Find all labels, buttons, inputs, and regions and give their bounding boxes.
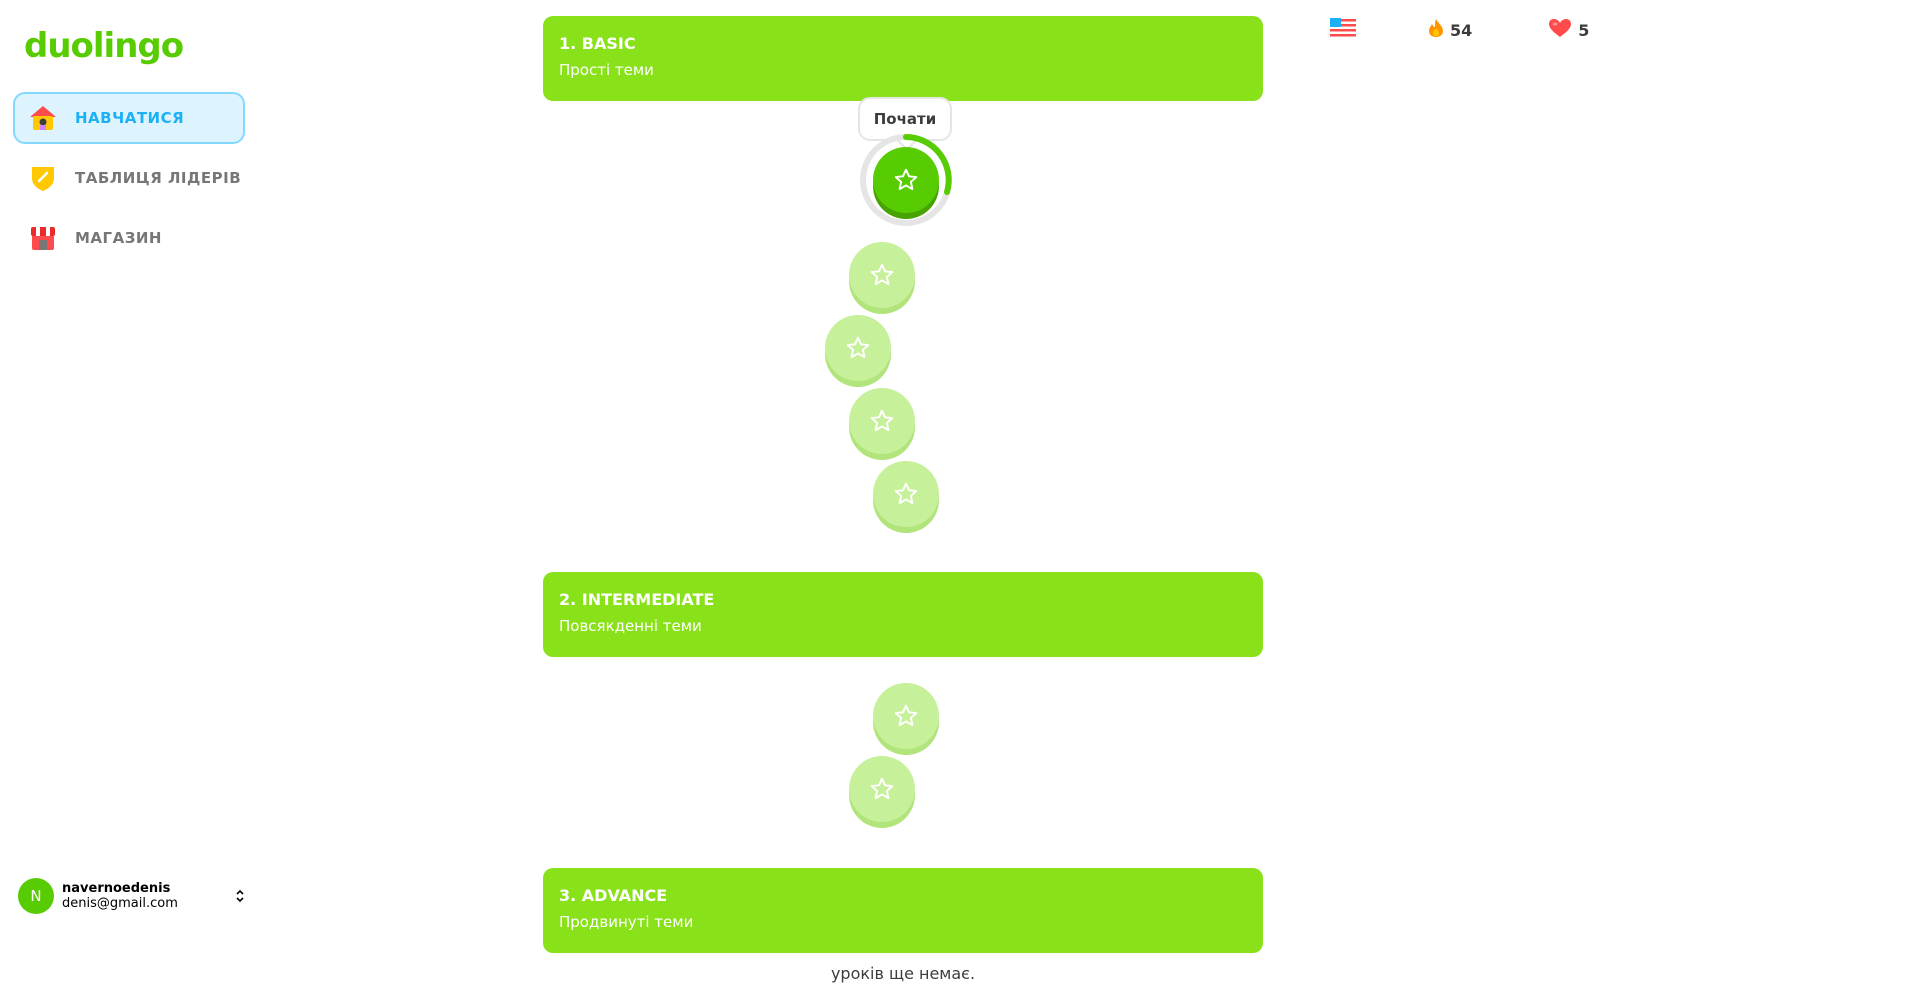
user-info: navernoedenis denis@gmail.com [62,881,232,911]
sidebar-nav: НАВЧАТИСЯ ТАБЛИЦЯ ЛІДЕРІВ МАГАЗИН [13,92,245,272]
chevron-up-down-icon[interactable] [232,887,248,905]
lesson-node[interactable] [849,388,915,454]
unit-title: 1. BASIC [559,34,636,53]
sidebar-item-shop[interactable]: МАГАЗИН [13,212,245,264]
sidebar-item-leaderboard[interactable]: ТАБЛИЦЯ ЛІДЕРІВ [13,152,245,204]
unit-title: 3. ADVANCE [559,886,668,905]
star-icon [894,168,918,191]
unit-subtitle: Повсякденні теми [559,617,702,635]
star-icon [846,336,870,359]
fire-icon [1428,18,1444,42]
user-account[interactable]: N navernoedenis denis@gmail.com [18,878,248,914]
sidebar-item-label: ТАБЛИЦЯ ЛІДЕРІВ [75,169,242,187]
lesson-node[interactable] [849,756,915,822]
lesson-node[interactable] [873,461,939,527]
lesson-node[interactable] [849,242,915,308]
star-icon [870,263,894,286]
lesson-node-active[interactable] [873,147,939,213]
shop-icon [27,222,59,254]
unit-header-3: 3. ADVANCE Продвинуті теми [543,868,1263,953]
streak-value: 54 [1450,20,1473,40]
sidebar-item-label: МАГАЗИН [75,229,162,247]
us-flag-icon [1330,18,1356,42]
unit-title: 2. INTERMEDIATE [559,590,715,609]
stats-bar: 54 5 [1330,18,1589,42]
home-icon [27,102,59,134]
sidebar-item-label: НАВЧАТИСЯ [75,109,185,127]
sidebar-item-learn[interactable]: НАВЧАТИСЯ [13,92,245,144]
hearts-counter[interactable]: 5 [1548,18,1589,42]
star-icon [870,409,894,432]
star-icon [870,777,894,800]
user-name: navernoedenis [62,881,171,896]
lesson-node[interactable] [825,315,891,381]
lesson-node[interactable] [873,683,939,749]
hearts-value: 5 [1578,20,1590,40]
star-icon [894,704,918,727]
start-label: Почати [873,110,937,128]
unit-subtitle: Прості теми [559,61,654,79]
streak-counter[interactable]: 54 [1428,18,1472,42]
heart-icon [1548,18,1572,42]
duolingo-logo[interactable]: duolingo [24,26,184,66]
unit-header-1: 1. BASIC Прості теми [543,16,1263,101]
user-email: denis@gmail.com [62,896,178,911]
unit-subtitle: Продвинуті теми [559,913,694,931]
shield-icon [27,162,59,194]
unit-header-2: 2. INTERMEDIATE Повсякденні теми [543,572,1263,657]
star-icon [894,482,918,505]
language-button[interactable] [1330,18,1356,42]
avatar: N [18,878,54,914]
empty-lessons-message: уроків ще немає. [830,964,976,983]
